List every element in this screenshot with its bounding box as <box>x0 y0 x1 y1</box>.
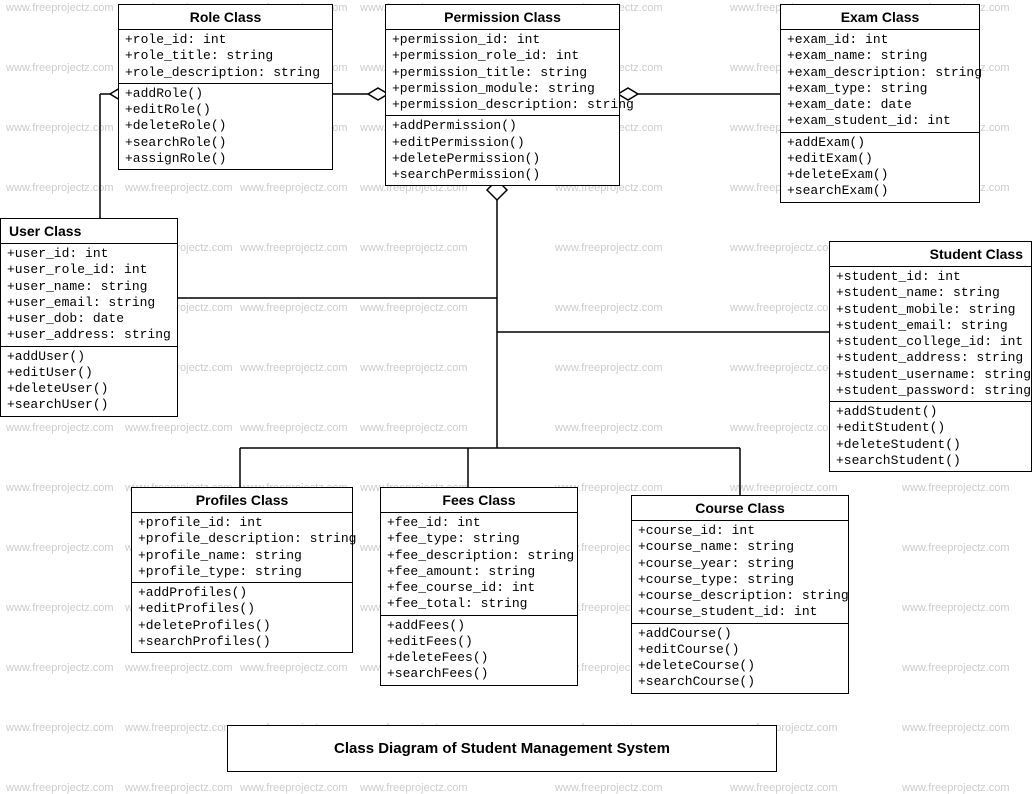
watermark: www.freeprojectz.com <box>125 182 233 194</box>
watermark: www.freeprojectz.com <box>6 722 114 734</box>
class-course-title: Course Class <box>632 496 848 521</box>
watermark: www.freeprojectz.com <box>360 302 468 314</box>
class-fees: Fees Class +fee_id: int +fee_type: strin… <box>380 487 578 686</box>
class-course-attrs: +course_id: int +course_name: string +co… <box>632 521 848 624</box>
watermark: www.freeprojectz.com <box>6 782 114 794</box>
watermark: www.freeprojectz.com <box>6 62 114 74</box>
watermark: www.freeprojectz.com <box>6 602 114 614</box>
class-permission-ops: +addPermission() +editPermission() +dele… <box>386 116 619 185</box>
watermark: www.freeprojectz.com <box>730 782 838 794</box>
watermark: www.freeprojectz.com <box>6 422 114 434</box>
class-user: User Class +user_id: int +user_role_id: … <box>0 218 178 417</box>
class-profiles-title: Profiles Class <box>132 488 352 513</box>
watermark: www.freeprojectz.com <box>555 362 663 374</box>
class-user-title: User Class <box>1 219 177 244</box>
watermark: www.freeprojectz.com <box>902 662 1010 674</box>
class-student: Student Class +student_id: int +student_… <box>829 241 1032 472</box>
watermark: www.freeprojectz.com <box>730 422 838 434</box>
watermark: www.freeprojectz.com <box>730 362 838 374</box>
watermark: www.freeprojectz.com <box>240 242 348 254</box>
watermark: www.freeprojectz.com <box>6 2 114 14</box>
class-permission: Permission Class +permission_id: int +pe… <box>385 4 620 186</box>
class-course-ops: +addCourse() +editCourse() +deleteCourse… <box>632 624 848 693</box>
watermark: www.freeprojectz.com <box>555 422 663 434</box>
class-permission-attrs: +permission_id: int +permission_role_id:… <box>386 30 619 116</box>
watermark: www.freeprojectz.com <box>240 182 348 194</box>
class-user-ops: +addUser() +editUser() +deleteUser() +se… <box>1 347 177 416</box>
watermark: www.freeprojectz.com <box>555 242 663 254</box>
class-exam: Exam Class +exam_id: int +exam_name: str… <box>780 4 980 203</box>
watermark: www.freeprojectz.com <box>6 182 114 194</box>
watermark: www.freeprojectz.com <box>555 302 663 314</box>
class-profiles-ops: +addProfiles() +editProfiles() +deletePr… <box>132 583 352 652</box>
watermark: www.freeprojectz.com <box>240 782 348 794</box>
watermark: www.freeprojectz.com <box>730 242 838 254</box>
watermark: www.freeprojectz.com <box>902 542 1010 554</box>
class-role-attrs: +role_id: int +role_title: string +role_… <box>119 30 332 84</box>
class-student-attrs: +student_id: int +student_name: string +… <box>830 267 1031 402</box>
watermark: www.freeprojectz.com <box>902 722 1010 734</box>
class-permission-title: Permission Class <box>386 5 619 30</box>
watermark: www.freeprojectz.com <box>360 242 468 254</box>
watermark: www.freeprojectz.com <box>6 482 114 494</box>
class-role-title: Role Class <box>119 5 332 30</box>
diagram-title: Class Diagram of Student Management Syst… <box>227 725 777 772</box>
watermark: www.freeprojectz.com <box>240 422 348 434</box>
class-user-attrs: +user_id: int +user_role_id: int +user_n… <box>1 244 177 347</box>
class-fees-title: Fees Class <box>381 488 577 513</box>
class-fees-attrs: +fee_id: int +fee_type: string +fee_desc… <box>381 513 577 616</box>
watermark: www.freeprojectz.com <box>360 422 468 434</box>
watermark: www.freeprojectz.com <box>360 782 468 794</box>
class-student-ops: +addStudent() +editStudent() +deleteStud… <box>830 402 1031 471</box>
class-course: Course Class +course_id: int +course_nam… <box>631 495 849 694</box>
watermark: www.freeprojectz.com <box>6 662 114 674</box>
class-role: Role Class +role_id: int +role_title: st… <box>118 4 333 170</box>
watermark: www.freeprojectz.com <box>240 662 348 674</box>
watermark: www.freeprojectz.com <box>6 122 114 134</box>
watermark: www.freeprojectz.com <box>240 302 348 314</box>
class-exam-title: Exam Class <box>781 5 979 30</box>
watermark: www.freeprojectz.com <box>125 422 233 434</box>
class-profiles-attrs: +profile_id: int +profile_description: s… <box>132 513 352 583</box>
watermark: www.freeprojectz.com <box>6 542 114 554</box>
watermark: www.freeprojectz.com <box>125 662 233 674</box>
watermark: www.freeprojectz.com <box>125 782 233 794</box>
class-exam-attrs: +exam_id: int +exam_name: string +exam_d… <box>781 30 979 133</box>
class-exam-ops: +addExam() +editExam() +deleteExam() +se… <box>781 133 979 202</box>
watermark: www.freeprojectz.com <box>360 362 468 374</box>
class-fees-ops: +addFees() +editFees() +deleteFees() +se… <box>381 616 577 685</box>
watermark: www.freeprojectz.com <box>730 482 838 494</box>
class-profiles: Profiles Class +profile_id: int +profile… <box>131 487 353 653</box>
watermark: www.freeprojectz.com <box>902 782 1010 794</box>
watermark: www.freeprojectz.com <box>902 602 1010 614</box>
class-role-ops: +addRole() +editRole() +deleteRole() +se… <box>119 84 332 169</box>
class-student-title: Student Class <box>830 242 1031 267</box>
watermark: www.freeprojectz.com <box>902 482 1010 494</box>
watermark: www.freeprojectz.com <box>240 362 348 374</box>
watermark: www.freeprojectz.com <box>555 782 663 794</box>
watermark: www.freeprojectz.com <box>125 722 233 734</box>
watermark: www.freeprojectz.com <box>730 302 838 314</box>
